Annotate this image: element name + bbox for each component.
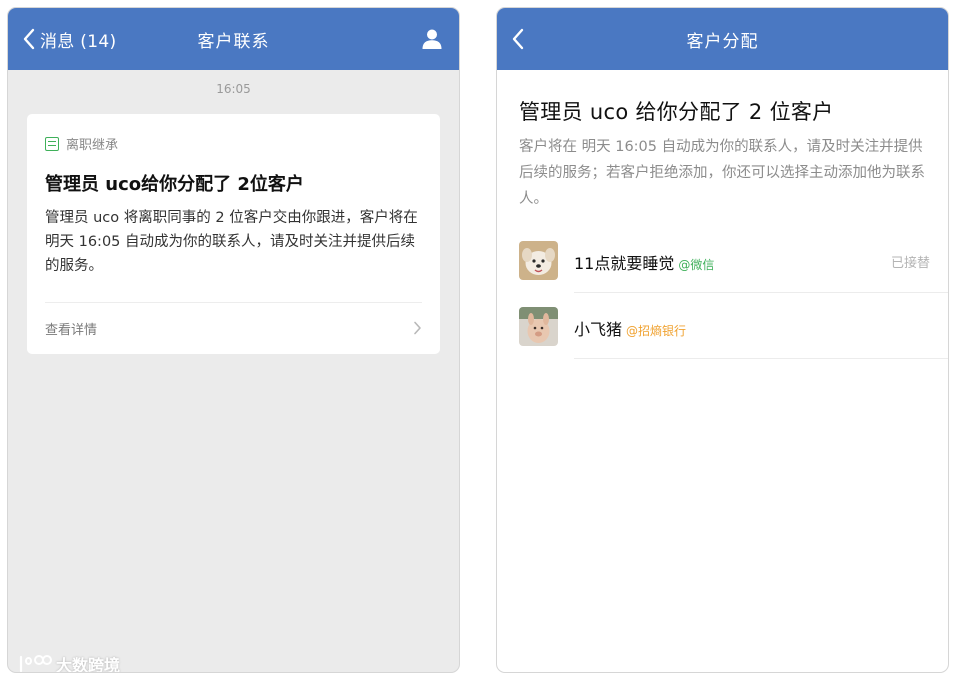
avatar [519, 241, 558, 280]
contact-source: @招熵银行 [626, 324, 687, 338]
card-tag: 离职继承 [45, 134, 118, 153]
contact-source: @微信 [678, 258, 715, 272]
screenshot-stage: 消息 (14) 客户联系 16:05 离职继承 管理员 uco给你分配了 2位客… [0, 0, 958, 680]
contact-name: 小飞猪 [574, 320, 623, 339]
user-icon [422, 29, 442, 49]
chat-screen: 消息 (14) 客户联系 16:05 离职继承 管理员 uco给你分配了 2位客… [7, 7, 460, 673]
contact-name-line: 11点就要睡觉 @微信 [574, 250, 714, 274]
chat-navbar: 消息 (14) 客户联系 [8, 8, 459, 70]
chevron-left-icon [512, 28, 524, 50]
card-body: 管理员 uco 将离职同事的 2 位客户交由你跟进，客户将在 明天 16:05 … [45, 210, 418, 274]
contact-row[interactable]: 小飞猪 @招熵银行 [497, 293, 948, 359]
contact-row[interactable]: 11点就要睡觉 @微信 已接替 [497, 227, 948, 293]
assignment-navbar: 客户分配 [497, 8, 948, 70]
card-title: 管理员 uco给你分配了 2位客户 [45, 174, 304, 195]
watermark-text: 大数跨境 [56, 656, 121, 673]
back-button[interactable]: 消息 (14) [22, 8, 116, 70]
page-title: 客户分配 [686, 31, 759, 52]
message-timestamp: 16:05 [216, 82, 251, 96]
view-details-link[interactable]: 查看详情 [45, 303, 422, 353]
watermark-logo-icon [19, 655, 52, 672]
assignment-screen: 客户分配 管理员 uco 给你分配了 2 位客户 客户将在 明天 16:05 自… [496, 7, 949, 673]
contact-profile-button[interactable] [421, 28, 443, 50]
transfer-icon [45, 136, 59, 151]
back-button[interactable] [511, 8, 525, 70]
contact-name: 11点就要睡觉 [574, 254, 675, 273]
dog-avatar-icon [519, 241, 558, 280]
card-tag-label: 离职继承 [66, 138, 119, 153]
back-label: 消息 (14) [40, 31, 117, 52]
chevron-right-icon [414, 321, 421, 335]
divider [574, 358, 948, 359]
contact-name-line: 小飞猪 @招熵银行 [574, 316, 686, 340]
watermark: 大数跨境 [18, 652, 121, 673]
assignment-description: 客户将在 明天 16:05 自动成为你的联系人，请及时关注并提供后续的服务；若客… [519, 139, 925, 207]
notification-card[interactable]: 离职继承 管理员 uco给你分配了 2位客户 管理员 uco 将离职同事的 2 … [27, 114, 440, 354]
view-details-label: 查看详情 [45, 322, 98, 338]
avatar [519, 307, 558, 346]
pig-avatar-icon [519, 307, 558, 346]
assignment-title: 管理员 uco 给你分配了 2 位客户 [519, 100, 834, 124]
contact-status: 已接替 [890, 256, 930, 271]
chevron-left-icon [23, 28, 35, 50]
